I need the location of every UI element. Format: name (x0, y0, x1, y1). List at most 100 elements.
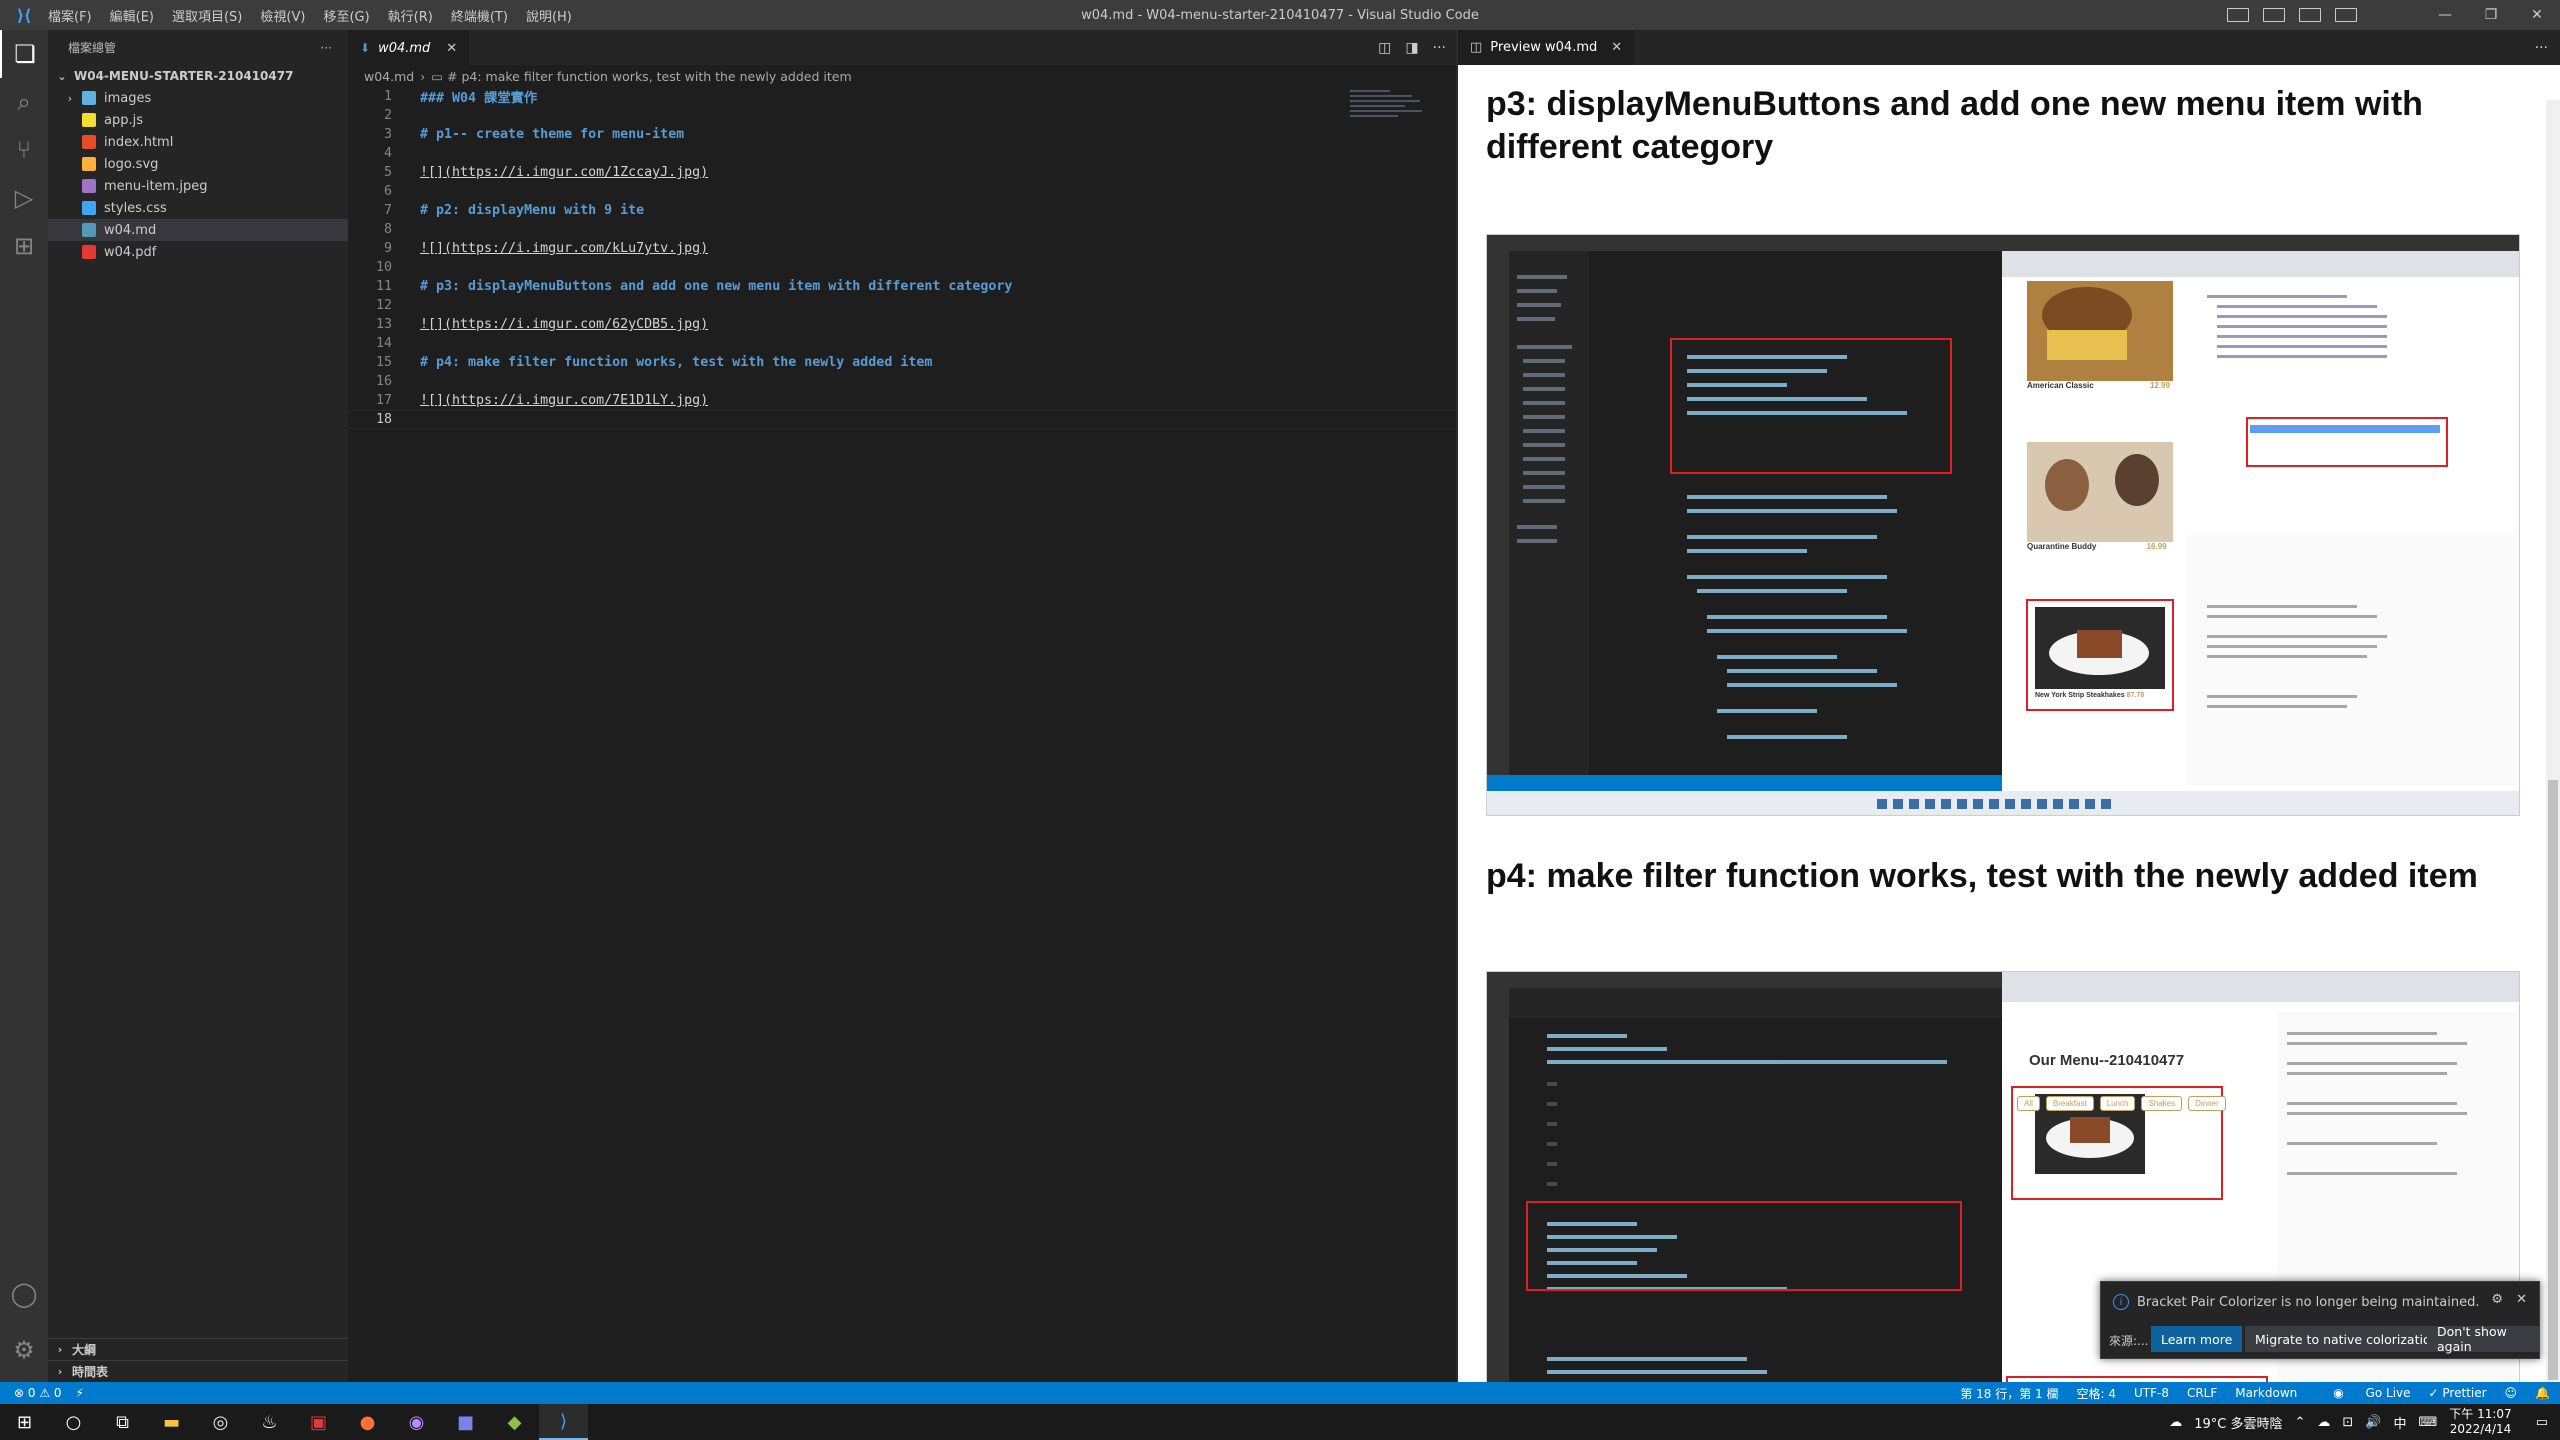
search-circle-icon[interactable]: ○ (49, 1404, 98, 1440)
menu-item[interactable]: 檔案(F) (48, 10, 92, 25)
code-line: 6 (348, 182, 1456, 201)
firefox-icon[interactable]: ● (343, 1404, 392, 1440)
toggle-sidebar-icon[interactable] (2227, 8, 2249, 22)
menu-item[interactable]: 執行(R) (388, 10, 433, 25)
root-folder[interactable]: ⌄ W04-MENU-STARTER-210410477 (48, 65, 348, 87)
minimap[interactable] (1350, 87, 1440, 147)
breadcrumb-file[interactable]: w04.md (364, 69, 414, 84)
preview-scroll-thumb[interactable] (2548, 780, 2558, 1380)
keyboard-icon[interactable]: ⌨ (2419, 1415, 2438, 1430)
prettier-status[interactable]: ✓ Prettier (2429, 1386, 2487, 1400)
notification-close-icon[interactable]: ✕ (2516, 1292, 2527, 1307)
shot2-filter-button: Shakes (2141, 1096, 2183, 1111)
vscode-taskbar-icon[interactable]: ⟩ (539, 1404, 588, 1440)
action-center-icon[interactable]: ▭ (2536, 1415, 2548, 1430)
preview-scrollbar[interactable] (2546, 100, 2560, 1382)
file-tree-item[interactable]: w04.md (48, 219, 348, 241)
live-share-icon[interactable]: ⚡ (76, 1386, 84, 1400)
volume-icon[interactable]: 🔊 (2365, 1415, 2381, 1430)
menu-item[interactable]: 編輯(E) (110, 10, 154, 25)
outline-section[interactable]: › 大綱 (48, 1338, 348, 1360)
start-windows-icon[interactable]: ⊞ (0, 1404, 49, 1440)
code-area[interactable]: 1 ### W04 課堂實作 2 3 # p1-- create theme for m… (348, 87, 1456, 429)
clock[interactable]: 下午 11:07 2022/4/14 (2449, 1407, 2511, 1437)
open-preview-icon[interactable]: ◫ (1378, 40, 1391, 56)
git-tool-icon[interactable]: ◆ (490, 1404, 539, 1440)
teams-icon[interactable]: ■ (441, 1404, 490, 1440)
task-view-icon[interactable]: ⧉ (98, 1404, 147, 1440)
extensions-icon[interactable]: ⊞ (0, 222, 48, 270)
weather-text[interactable]: 19°C 多雲時陰 (2194, 1413, 2282, 1432)
code-line: 9 ![](https://i.imgur.com/kLu7ytv.jpg) (348, 239, 1456, 258)
steam-icon[interactable]: ♨ (245, 1404, 294, 1440)
code-line: 11 # p3: displayMenuButtons and add one n… (348, 277, 1456, 296)
file-tree-item[interactable]: menu-item.jpeg (48, 175, 348, 197)
indentation[interactable]: 空格: 4 (2076, 1385, 2116, 1402)
file-tree-item[interactable]: styles.css (48, 197, 348, 219)
split-editor-icon[interactable]: ◨ (1405, 40, 1418, 56)
learn-more-button[interactable]: Learn more (2151, 1326, 2243, 1352)
toggle-secondary-sidebar-icon[interactable] (2299, 8, 2321, 22)
file-tree-item[interactable]: index.html (48, 131, 348, 153)
migrate-button[interactable]: Migrate to native colorization (2245, 1326, 2449, 1352)
breadcrumb-section[interactable]: # p4: make filter function works, test w… (447, 69, 852, 84)
menu-item[interactable]: 選取項目(S) (172, 10, 242, 25)
run-debug-icon[interactable]: ▷ (0, 174, 48, 222)
explorer-icon[interactable]: ❏ (0, 30, 48, 78)
end-of-line[interactable]: CRLF (2187, 1386, 2217, 1400)
shot2-filter-button: Breakfast (2045, 1096, 2094, 1111)
css-file-icon (82, 201, 96, 215)
tab-w04-md[interactable]: ⬇ w04.md ✕ (348, 30, 470, 65)
menu-item[interactable]: 檢視(V) (260, 10, 305, 25)
feedback-icon[interactable]: ☺ (2505, 1386, 2518, 1400)
red-app-icon[interactable]: ▣ (294, 1404, 343, 1440)
chrome-icon[interactable]: ◎ (196, 1404, 245, 1440)
restore-button[interactable]: ❐ (2468, 7, 2514, 23)
file-tree-item[interactable]: logo.svg (48, 153, 348, 175)
file-explorer-icon[interactable]: ▬ (147, 1404, 196, 1440)
weather-cloud-icon[interactable]: ☁ (2169, 1415, 2182, 1430)
menu-item[interactable]: 終端機(T) (451, 10, 508, 25)
cursor-position[interactable]: 第 18 行，第 1 欄 (1960, 1385, 2058, 1402)
tab-preview[interactable]: ◫ Preview w04.md ✕ (1458, 30, 1635, 65)
more-actions-icon[interactable]: ··· (321, 41, 332, 55)
network-icon[interactable]: ⊡ (2342, 1415, 2353, 1430)
ime-indicator[interactable]: 中 (2394, 1413, 2407, 1432)
line-number: 14 (375, 336, 392, 351)
code-line: 7 # p2: displayMenu with 9 ite (348, 201, 1456, 220)
notifications-bell-icon[interactable]: 🔔 (2535, 1386, 2550, 1400)
svg-file-icon (82, 157, 96, 171)
discord-icon[interactable]: ◉ (392, 1404, 441, 1440)
customize-layout-icon[interactable] (2335, 8, 2357, 22)
file-tree-item[interactable]: app.js (48, 109, 348, 131)
close-tab-icon[interactable]: ✕ (446, 41, 457, 56)
close-button[interactable]: ✕ (2514, 7, 2560, 23)
tray-overflow-icon[interactable]: ⌃ (2295, 1415, 2306, 1430)
onedrive-icon[interactable]: ☁ (2317, 1415, 2330, 1430)
explorer-sidebar: 檔案總管 ··· ⌄ W04-MENU-STARTER-210410477 › i… (48, 30, 348, 1382)
file-tree-label: w04.md (104, 222, 157, 238)
file-tree-item[interactable]: w04.pdf (48, 241, 348, 263)
go-live-button[interactable]: ◉ Go Live (2315, 1386, 2410, 1400)
dont-show-again-button[interactable]: Don't show again (2427, 1324, 2539, 1354)
encoding[interactable]: UTF-8 (2134, 1386, 2169, 1400)
menu-item[interactable]: 說明(H) (526, 10, 572, 25)
more-actions-icon[interactable]: ··· (1433, 40, 1446, 56)
source-control-icon[interactable]: ⑂ (0, 126, 48, 174)
more-actions-icon[interactable]: ··· (2535, 40, 2548, 56)
toggle-panel-icon[interactable] (2263, 8, 2285, 22)
language-mode[interactable]: Markdown (2235, 1386, 2297, 1400)
minimize-button[interactable]: — (2422, 7, 2468, 23)
account-icon[interactable]: ◯ (0, 1270, 48, 1318)
preview-icon: ◫ (1470, 40, 1483, 55)
manage-gear-icon[interactable]: ⚙ (0, 1326, 48, 1374)
menu-item[interactable]: 移至(G) (323, 10, 369, 25)
timeline-section[interactable]: › 時間表 (48, 1360, 348, 1382)
file-tree-item[interactable]: › images (48, 87, 348, 109)
problems-indicator[interactable]: ⊗ 0 ⚠ 0 (14, 1386, 62, 1400)
close-tab-icon[interactable]: ✕ (1611, 40, 1622, 55)
search-icon[interactable]: ⌕ (0, 78, 48, 126)
code-line: 10 (348, 258, 1456, 277)
notification-settings-icon[interactable]: ⚙ (2491, 1292, 2503, 1307)
code-line: 18 (348, 410, 1456, 429)
